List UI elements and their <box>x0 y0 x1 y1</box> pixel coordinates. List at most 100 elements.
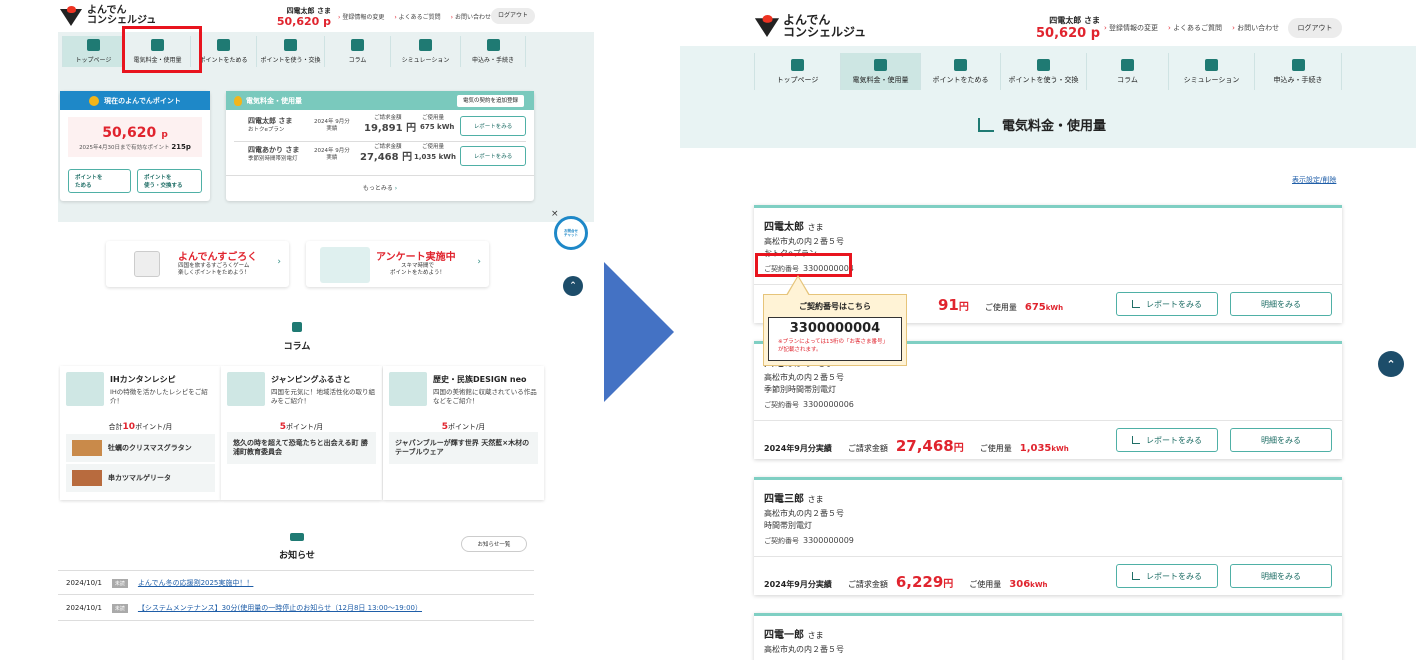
column-card-furusato[interactable]: ジャンピングふるさと 四国を元気に！地域活性化の取り組みをご紹介！ 5ポイント/… <box>221 366 382 500</box>
banner-sugoroku[interactable]: よんでんすごろく 四国を旅するすごろくゲーム 楽しくポイントをためよう！ › <box>106 241 289 287</box>
home-icon <box>87 39 100 51</box>
column-sub-item[interactable]: 悠久の時を超えて恐竜たちと出会える町 勝浦町教育委員会 <box>227 432 376 464</box>
recipe-icon <box>66 372 104 406</box>
contract-number-label: ご契約番号 <box>764 401 799 409</box>
dice-icon <box>134 251 160 277</box>
link-faq[interactable]: よくあるご質問 <box>394 12 441 21</box>
add-contract-button[interactable]: 電気の契約を追加登録 <box>456 95 524 107</box>
logo-mark-icon <box>60 6 82 26</box>
news-link[interactable]: 【システムメンテナンス】30分(使用量の一時停止のお知らせ（12月8日 13:0… <box>138 603 422 613</box>
nav-label: 電気料金・使用量 <box>852 75 909 84</box>
user-points: 50,620 p <box>1036 25 1100 41</box>
user-info: 四電太郎 さま 50,620 p <box>1026 16 1100 41</box>
report-button-label: レポートをみる <box>1146 299 1202 309</box>
nav-billing[interactable]: 電気料金・使用量 <box>840 53 920 90</box>
contract-card: 四電三郎 さま 高松市丸の内２番５号 時間帯別電灯 ご契約番号 3300000009… <box>754 477 1342 595</box>
use-unit: kWh <box>1051 445 1069 453</box>
report-button[interactable]: レポートをみる <box>1116 428 1218 452</box>
row1-use: 675 kWh <box>420 123 455 131</box>
nav-label: ポイントをためる <box>199 57 248 64</box>
column-sub-item[interactable]: ジャパンブルーが輝す世界 天然藍×木材のテーブルウェア <box>389 432 538 464</box>
pts-suffix: ポイント/月 <box>135 423 173 431</box>
address-line: 高松市丸の内２番５号 <box>764 373 844 382</box>
nav-apply[interactable]: 申込み・手続き <box>460 36 526 67</box>
banner-title: よんでんすごろく <box>178 252 258 263</box>
nav-column[interactable]: コラム <box>324 36 390 67</box>
nav-simulation[interactable]: シミュレーション <box>1168 53 1254 90</box>
column-card-points: 合計10ポイント/月 <box>60 422 221 432</box>
detail-button[interactable]: 明細をみる <box>1230 564 1332 588</box>
contract-address: 高松市丸の内２番５号 時間帯別電灯 <box>764 508 844 531</box>
nav-top[interactable]: トップページ <box>754 53 840 90</box>
nav-simulation[interactable]: シミュレーション <box>390 36 460 67</box>
chat-button[interactable]: お問合せ チャット <box>554 216 588 250</box>
logout-button[interactable]: ログアウト <box>491 8 535 24</box>
report-button[interactable]: レポートをみる <box>1116 564 1218 588</box>
logo-text: よんでん コンシェルジュ <box>783 13 867 39</box>
contract-name-text: 四電三郎 <box>764 494 804 505</box>
exchange-icon <box>1037 58 1050 71</box>
column-card-title: 歴史・民族DESIGN neo <box>433 375 527 384</box>
news-list-button[interactable]: お知らせ一覧 <box>461 536 527 552</box>
nav-use-points[interactable]: ポイントを使う・交換 <box>256 36 324 67</box>
bulb-icon <box>234 95 242 106</box>
logout-button[interactable]: ログアウト <box>1288 18 1342 38</box>
nav-top[interactable]: トップページ <box>62 36 124 67</box>
pts-value: 10 <box>122 422 136 432</box>
row2-plan: 季節別時間帯別電灯 <box>248 156 298 162</box>
pen-icon <box>292 322 302 332</box>
row2-bill: 27,468 円 <box>360 152 413 163</box>
report-button-label: レポートをみる <box>1146 571 1202 581</box>
divider <box>234 141 526 142</box>
nav-apply[interactable]: 申込み・手続き <box>1254 53 1342 90</box>
nav-use-points[interactable]: ポイントを使う・交換 <box>1000 53 1086 90</box>
nav-column[interactable]: コラム <box>1086 53 1168 90</box>
scroll-top-button[interactable]: ⌃ <box>1378 351 1404 377</box>
more-label: もっとみる <box>362 185 393 192</box>
column-card-title: ジャンピングふるさと <box>271 375 351 384</box>
column-sub-item[interactable]: 串カツマルゲリータ <box>66 464 215 492</box>
row2-report-button[interactable]: レポートをみる <box>460 146 526 166</box>
link-faq[interactable]: よくあるご質問 <box>1168 23 1222 33</box>
news-link[interactable]: よんでん冬の応援割2025実施中！！ <box>138 578 253 588</box>
link-contact[interactable]: お問い合わせ <box>451 12 491 21</box>
link-profile[interactable]: 登録情報の変更 <box>338 12 384 21</box>
pts-suffix: ポイント/月 <box>447 423 486 431</box>
coin-icon <box>217 39 230 51</box>
map-icon <box>227 372 265 406</box>
row1-report-button[interactable]: レポートをみる <box>460 116 526 136</box>
detail-button[interactable]: 明細をみる <box>1230 292 1332 316</box>
news-item[interactable]: 2024/10/1 未読 【システムメンテナンス】30分(使用量の一時停止のお知… <box>58 603 534 613</box>
logo[interactable]: よんでん コンシェルジュ <box>754 13 867 39</box>
close-icon[interactable]: × <box>551 209 559 219</box>
column-sub-item[interactable]: 牡蠣のクリスマスグラタン <box>66 434 215 462</box>
column-card-design[interactable]: 歴史・民族DESIGN neo 四国の美術館に収蔵されている作品などをご紹介！ … <box>383 366 544 500</box>
points-expiry: 2025年4月30日まで有効なポイント <box>79 145 170 151</box>
contract-address: 高松市丸の内２番５号 <box>764 644 844 656</box>
detail-button[interactable]: 明細をみる <box>1230 428 1332 452</box>
news-item[interactable]: 2024/10/1 未読 よんでん冬の応援割2025実施中！！ <box>58 578 534 588</box>
points-unit: p <box>161 130 168 140</box>
row2-use: 1,035 kWh <box>414 153 456 161</box>
divider <box>58 620 534 621</box>
chart-icon <box>978 117 994 132</box>
points-card-header: 現在のよんでんポイント <box>60 91 210 110</box>
scroll-top-button[interactable]: ⌃ <box>563 276 583 296</box>
banner-survey[interactable]: アンケート実施中 スキマ時間で ポイントをためよう！ › <box>306 241 489 287</box>
more-link[interactable]: もっとみる › <box>226 185 534 193</box>
contract-plan: 季節別時間帯別電灯 <box>764 384 836 394</box>
column-card-recipe[interactable]: IHカンタンレシピ IHの特徴を活かしたレシピをご紹介！ 合計10ポイント/月 … <box>60 366 221 500</box>
use-points-button[interactable]: ポイントを 使う・交換する <box>137 169 202 193</box>
left-screenshot: よんでん コンシェルジュ 四電太郎 さま 50,620 p 登録情報の変更 よく… <box>58 0 594 660</box>
link-profile[interactable]: 登録情報の変更 <box>1104 23 1158 33</box>
link-contact[interactable]: お問い合わせ <box>1232 23 1279 33</box>
display-settings-link[interactable]: 表示設定/削除 <box>1292 175 1336 185</box>
report-button[interactable]: レポートをみる <box>1116 292 1218 316</box>
chevron-right-icon: › <box>394 185 398 192</box>
earn-points-button[interactable]: ポイントを ためる <box>68 169 131 193</box>
logo[interactable]: よんでん コンシェルジュ <box>60 6 156 26</box>
chat-label: お問合せ チャット <box>564 228 578 237</box>
use-label: ご使用量 <box>969 580 1002 589</box>
chart-icon <box>1132 300 1140 308</box>
nav-earn-points[interactable]: ポイントをためる <box>920 53 1000 90</box>
